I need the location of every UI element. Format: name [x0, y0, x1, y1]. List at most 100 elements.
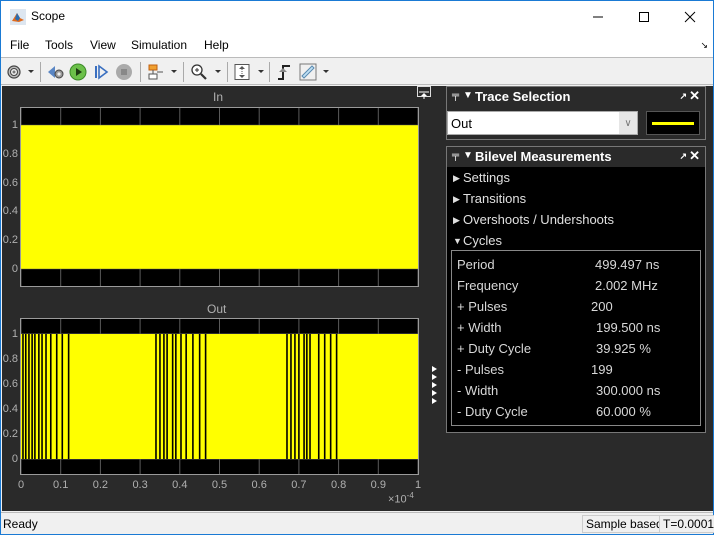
menu-bar: File Tools View Simulation Help ↘: [1, 32, 713, 57]
expand-icon: ▶: [453, 215, 460, 225]
run-icon: [69, 63, 87, 81]
expand-icon: ▶: [453, 173, 460, 183]
measure-icon: [299, 63, 317, 81]
section-overshoots[interactable]: ▶ Overshoots / Undershoots: [453, 212, 614, 227]
menu-view[interactable]: View: [90, 38, 116, 52]
highlight-block-dropdown[interactable]: [171, 70, 177, 73]
toolbar-separator: [40, 62, 41, 82]
y-tick-label: 0.4: [2, 403, 18, 415]
y-tick-label: 0.8: [2, 147, 18, 160]
axes-out[interactable]: [20, 318, 419, 475]
cycles-label: + Width: [457, 320, 502, 335]
chevron-down-icon[interactable]: ∨: [619, 112, 637, 134]
x-tick-label: 0.4: [172, 479, 188, 491]
section-cycles[interactable]: ▼Cycles: [453, 233, 502, 248]
y-tick-label: 0.6: [2, 176, 18, 189]
y-tick-label: 1: [11, 328, 18, 340]
toolbar-separator: [140, 62, 141, 82]
collapse-icon[interactable]: ▼: [463, 150, 473, 161]
close-button[interactable]: [667, 1, 713, 32]
x-tick-label: 0.3: [132, 479, 148, 491]
x-multiplier: ×10-4: [388, 491, 414, 506]
trace-line-style[interactable]: [646, 111, 700, 135]
step-forward-button[interactable]: [91, 62, 111, 82]
cycles-label: - Duty Cycle: [457, 404, 528, 419]
scope-window: Scope File Tools View Simulation Help ↘: [0, 0, 714, 535]
cycles-value: 300.000 ns: [596, 383, 661, 398]
toolbar-separator: [269, 62, 270, 82]
menu-file[interactable]: File: [10, 38, 29, 52]
signal-fill: [21, 334, 418, 459]
collapse-icon: ▼: [453, 236, 462, 246]
step-back-button[interactable]: [46, 62, 66, 82]
x-tick-label: 1: [414, 479, 422, 491]
x-tick-label: 0.9: [370, 479, 386, 491]
zoom-dropdown[interactable]: [215, 70, 221, 73]
cycles-value: 199: [591, 362, 613, 377]
configuration-dropdown[interactable]: [28, 70, 34, 73]
menu-tools[interactable]: Tools: [45, 38, 73, 52]
cycles-label: + Pulses: [457, 299, 508, 314]
pin-icon[interactable]: ╤: [452, 90, 459, 101]
plot-out-canvas: [21, 319, 418, 474]
cycles-value: 2.002 MHz: [595, 278, 658, 293]
toolbar: [1, 57, 713, 85]
axes-in[interactable]: [20, 107, 419, 287]
zoom-in-button[interactable]: [189, 62, 209, 82]
gear-icon: [7, 65, 21, 79]
cycles-label: + Duty Cycle: [457, 341, 532, 356]
plot-title-out: Out: [207, 302, 227, 316]
scale-y-dropdown[interactable]: [258, 70, 264, 73]
title-bar: Scope: [1, 1, 713, 32]
maximize-button[interactable]: [621, 1, 667, 32]
panel-collapse-arrows[interactable]: [432, 366, 437, 406]
y-tick-label: 1: [11, 119, 18, 132]
undock-panel-icon[interactable]: ↗: [679, 91, 687, 102]
scale-y-icon: [234, 64, 250, 80]
scale-y-button[interactable]: [232, 62, 252, 82]
plot-in-canvas: [21, 108, 418, 286]
undock-panel-icon[interactable]: ↗: [679, 151, 687, 162]
dock-panel-button[interactable]: [417, 86, 431, 99]
expand-arrow-icon: [432, 398, 437, 404]
zoom-in-icon: [191, 64, 207, 80]
pin-icon[interactable]: ╤: [452, 150, 459, 161]
section-transitions[interactable]: ▶ Transitions: [453, 191, 526, 206]
menu-help[interactable]: Help: [204, 38, 229, 52]
menu-simulation[interactable]: Simulation: [131, 38, 187, 52]
close-icon: [684, 11, 696, 22]
collapse-icon[interactable]: ▼: [463, 90, 473, 101]
undock-icon[interactable]: ↘: [700, 40, 708, 51]
signal-fill: [21, 125, 418, 269]
x-tick-label: 0.7: [291, 479, 307, 491]
expand-arrow-icon: [432, 366, 437, 372]
section-settings[interactable]: ▶ Settings: [453, 170, 510, 185]
cycles-value: 60.000 %: [596, 404, 651, 419]
expand-arrow-icon: [432, 382, 437, 388]
minimize-button[interactable]: [575, 1, 621, 32]
x-tick-label: 0.2: [92, 479, 109, 491]
y-tick-label: 0.2: [2, 428, 18, 440]
trace-selection-panel: ╤ ▼ Trace Selection ↗ ✕ Out ∨: [446, 86, 706, 140]
close-panel-icon[interactable]: ✕: [689, 88, 700, 104]
expand-arrow-icon: [432, 390, 437, 396]
y-tick-label: 0.2: [2, 234, 18, 247]
cursor-measurements-dropdown[interactable]: [323, 70, 329, 73]
cycles-value: 199.500 ns: [596, 320, 661, 335]
highlight-block-button[interactable]: [146, 62, 166, 82]
signal-selection-icon: [148, 64, 163, 80]
triggers-icon: [278, 65, 290, 80]
triggers-button[interactable]: [274, 62, 294, 82]
stop-button[interactable]: [114, 62, 134, 82]
trace-select[interactable]: Out ∨: [447, 111, 638, 135]
window-title: Scope: [31, 9, 66, 23]
cursor-measurements-button[interactable]: [298, 62, 318, 82]
x-tick-label: 0: [17, 479, 25, 491]
close-panel-icon[interactable]: ✕: [689, 148, 700, 164]
configuration-button[interactable]: [4, 62, 24, 82]
y-tick-label: 0.8: [2, 353, 18, 365]
time-field: T=0.0001: [659, 515, 714, 533]
run-button[interactable]: [68, 62, 88, 82]
plot-title-in: In: [213, 90, 224, 104]
dock-icon: [419, 91, 429, 99]
